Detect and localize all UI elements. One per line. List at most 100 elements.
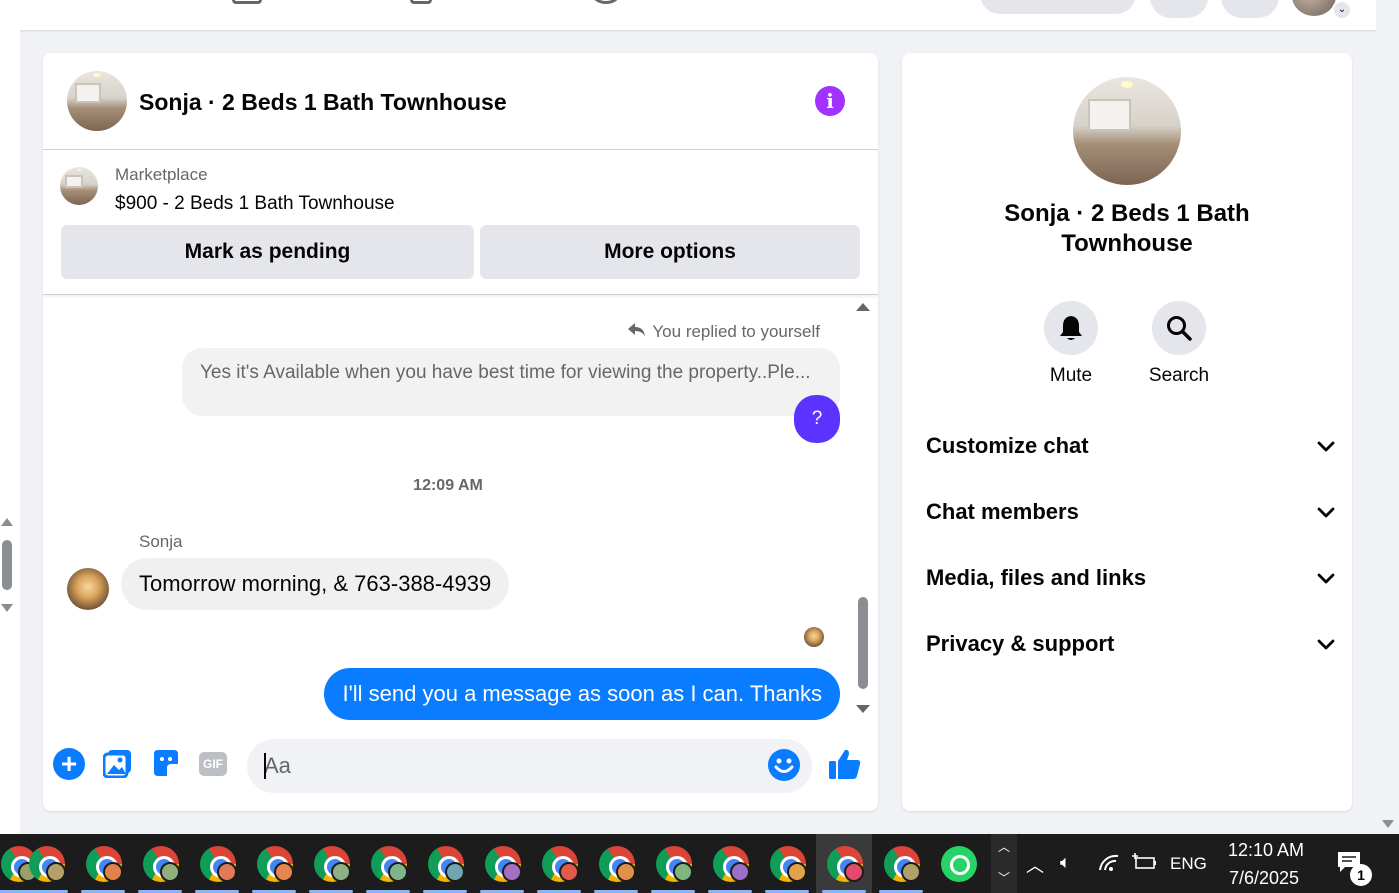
sticker-icon[interactable] (151, 748, 185, 782)
listing-source: Marketplace (115, 165, 208, 184)
listing-name[interactable]: $900 - 2 Beds 1 Bath Townhouse (115, 193, 395, 215)
network-icon[interactable] (1098, 852, 1120, 877)
clock-date[interactable]: 7/6/2025 (1229, 868, 1299, 889)
scroll-up-arrow[interactable] (1, 518, 13, 526)
messenger-icon[interactable] (1221, 0, 1279, 18)
taskbar-whatsapp-app[interactable] (930, 834, 986, 893)
mute-button[interactable]: Mute (1026, 301, 1116, 387)
profile-badge (730, 862, 750, 882)
info-icon[interactable]: i (815, 86, 845, 116)
seen-receipt-avatar (804, 627, 824, 647)
media-files-links-section[interactable]: Media, files and links (926, 558, 1336, 598)
scrollbar-thumb[interactable] (858, 597, 868, 689)
find-friends-pill[interactable] (980, 0, 1136, 14)
thumbs-up-icon[interactable] (828, 747, 862, 781)
scroll-up-arrow[interactable] (856, 303, 870, 311)
quoted-message[interactable]: Yes it's Available when you have best ti… (182, 348, 840, 416)
replied-note: You replied to yourself (628, 321, 820, 342)
chat-title[interactable]: Sonja · 2 Beds 1 Bath Townhouse (139, 89, 507, 116)
profile-badge (274, 862, 294, 882)
profile-badge (103, 862, 123, 882)
emoji-icon[interactable] (768, 749, 800, 781)
left-panel-edge (0, 30, 20, 834)
taskbar-chrome-app[interactable] (588, 834, 644, 893)
taskbar-chrome-app[interactable] (531, 834, 587, 893)
chevron-up-icon[interactable]: ︿ (991, 838, 1017, 855)
plus-icon[interactable]: + (53, 748, 85, 780)
volume-icon[interactable]: 🔈︎ (1060, 852, 1071, 873)
message-list[interactable]: You replied to yourself Yes it's Availab… (43, 296, 878, 720)
sender-avatar[interactable] (67, 568, 109, 610)
taskbar-chrome-app[interactable] (417, 834, 473, 893)
taskbar-chrome-app-active[interactable] (816, 834, 872, 893)
gaming-nav-icon[interactable] (593, 0, 619, 4)
profile-badge (787, 862, 807, 882)
privacy-support-section[interactable]: Privacy & support (926, 624, 1336, 664)
scrollbar-thumb[interactable] (2, 540, 12, 590)
section-label: Privacy & support (926, 631, 1115, 656)
sender-name: Sonja (139, 532, 183, 551)
taskbar-chrome-app[interactable] (303, 834, 359, 893)
profile-badge (673, 862, 693, 882)
chevron-down-icon (1317, 639, 1335, 650)
taskbar-chrome-app[interactable] (474, 834, 530, 893)
customize-chat-section[interactable]: Customize chat (926, 426, 1336, 466)
taskbar-chrome-app[interactable] (132, 834, 188, 893)
message-input[interactable] (247, 739, 812, 793)
taskbar-chrome-app[interactable] (18, 834, 74, 893)
taskbar-chrome-app[interactable] (702, 834, 758, 893)
profile-badge (46, 862, 66, 882)
page-scrollbar[interactable] (1376, 0, 1399, 834)
incoming-message-bubble[interactable]: Tomorrow morning, & 763-388-4939 (121, 558, 510, 610)
show-hidden-icons-icon[interactable]: ︿ (1026, 852, 1044, 878)
profile-badge (844, 862, 864, 882)
reply-icon (628, 321, 646, 342)
taskbar-scroll[interactable]: ︿ ﹀ (991, 834, 1017, 893)
taskbar-chrome-app[interactable] (189, 834, 245, 893)
replied-note-text: You replied to yourself (652, 322, 820, 341)
mark-as-pending-button[interactable]: Mark as pending (61, 225, 474, 279)
profile-badge (388, 862, 408, 882)
account-avatar[interactable] (1292, 0, 1336, 16)
groups-nav-icon[interactable] (410, 0, 432, 4)
language-indicator[interactable]: ENG (1170, 854, 1207, 874)
gif-icon[interactable]: GIF (199, 752, 227, 776)
taskbar-chrome-app[interactable] (645, 834, 701, 893)
message-composer: + GIF (43, 721, 878, 811)
windows-taskbar: ︿ ﹀ ︿ 🔈︎ ENG 12:10 AM 7/6/2025 1 (0, 834, 1399, 893)
chevron-down-icon[interactable]: ⌄ (1332, 0, 1352, 20)
chat-avatar[interactable] (67, 71, 127, 131)
chat-header: Sonja · 2 Beds 1 Bath Townhouse i (43, 53, 878, 150)
chevron-down-icon (1317, 507, 1335, 518)
scroll-down-arrow[interactable] (1382, 820, 1394, 828)
mute-label: Mute (1049, 365, 1093, 386)
chevron-down-icon (1317, 573, 1335, 584)
scroll-down-arrow[interactable] (856, 705, 870, 713)
search-button[interactable]: Search (1134, 301, 1224, 387)
outgoing-message-bubble[interactable]: ? (794, 395, 840, 443)
clock-time[interactable]: 12:10 AM (1228, 840, 1304, 861)
conversation-info-panel: Sonja · 2 Beds 1 Bath Townhouse Mute Sea… (902, 53, 1352, 811)
menu-icon[interactable] (1150, 0, 1208, 18)
chevron-down-icon[interactable]: ﹀ (991, 869, 1017, 886)
photo-icon[interactable] (102, 748, 137, 782)
outgoing-message-bubble[interactable]: I'll send you a message as soon as I can… (324, 668, 840, 720)
conversation-avatar[interactable] (1073, 77, 1181, 185)
chat-members-section[interactable]: Chat members (926, 492, 1336, 532)
taskbar-chrome-app[interactable] (75, 834, 131, 893)
text-cursor (264, 753, 266, 779)
marketplace-nav-icon[interactable] (232, 0, 262, 4)
search-icon[interactable] (1152, 301, 1206, 355)
profile-badge (445, 862, 465, 882)
whatsapp-icon (941, 846, 977, 882)
taskbar-chrome-app[interactable] (759, 834, 815, 893)
scroll-down-arrow[interactable] (1, 604, 13, 612)
bell-icon[interactable] (1044, 301, 1098, 355)
taskbar-chrome-app[interactable] (873, 834, 929, 893)
top-header: ⌄ (0, 0, 1376, 30)
listing-thumbnail[interactable] (60, 167, 98, 205)
taskbar-chrome-app[interactable] (360, 834, 416, 893)
battery-icon[interactable] (1131, 852, 1157, 877)
more-options-button[interactable]: More options (480, 225, 860, 279)
taskbar-chrome-app[interactable] (246, 834, 302, 893)
